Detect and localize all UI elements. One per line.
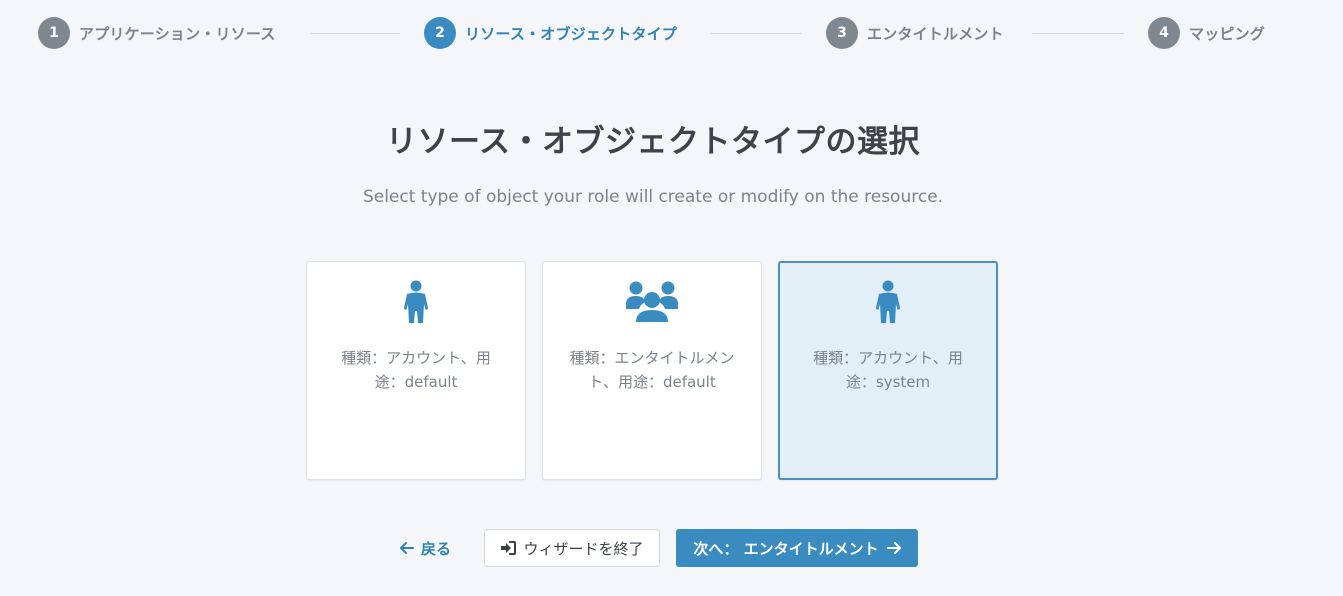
object-type-card-account-default[interactable]: 種類：アカウント、用途：default	[306, 261, 526, 480]
back-label: 戻る	[421, 539, 452, 558]
person-icon	[307, 280, 525, 324]
step-number: 3	[826, 17, 858, 49]
step-mapping: 4 マッピング	[1148, 17, 1265, 49]
step-label: マッピング	[1189, 24, 1266, 43]
page-title: リソース・オブジェクトタイプの選択	[386, 124, 920, 160]
card-label: 種類：アカウント、用途：default	[341, 349, 491, 391]
group-icon	[543, 280, 761, 324]
step-connector	[310, 33, 400, 34]
arrow-left-icon	[400, 542, 414, 554]
exit-label: ウィザードを終了	[523, 539, 644, 558]
sign-out-icon	[501, 541, 517, 555]
arrow-right-icon	[886, 542, 901, 554]
step-connector	[1032, 33, 1124, 34]
card-label: 種類：エンタイトルメント、用途：default	[569, 349, 735, 391]
step-label: エンタイトルメント	[867, 24, 1004, 43]
page-subtitle: Select type of object your role will cre…	[362, 187, 944, 207]
step-entitlement: 3 エンタイトルメント	[826, 17, 1004, 49]
step-connector	[710, 33, 802, 34]
step-resource-object-type: 2 リソース・オブジェクトタイプ	[424, 17, 677, 49]
wizard-stepper: 1 アプリケーション・リソース 2 リソース・オブジェクトタイプ 3 エンタイト…	[38, 17, 1278, 49]
step-label: アプリケーション・リソース	[79, 24, 276, 43]
object-type-card-account-system[interactable]: 種類：アカウント、用途：system	[778, 261, 998, 480]
next-label: 次へ： エンタイトルメント	[693, 539, 879, 558]
exit-wizard-button[interactable]: ウィザードを終了	[484, 529, 660, 567]
person-icon	[780, 280, 996, 324]
step-number: 1	[38, 17, 70, 49]
step-application-resource: 1 アプリケーション・リソース	[38, 17, 276, 49]
step-number: 4	[1148, 17, 1180, 49]
back-button[interactable]: 戻る	[400, 529, 451, 567]
card-label: 種類：アカウント、用途：system	[813, 349, 963, 391]
next-button[interactable]: 次へ： エンタイトルメント	[676, 529, 918, 567]
object-type-card-entitlement-default[interactable]: 種類：エンタイトルメント、用途：default	[542, 261, 762, 480]
step-number: 2	[424, 17, 456, 49]
step-label: リソース・オブジェクトタイプ	[465, 24, 678, 43]
